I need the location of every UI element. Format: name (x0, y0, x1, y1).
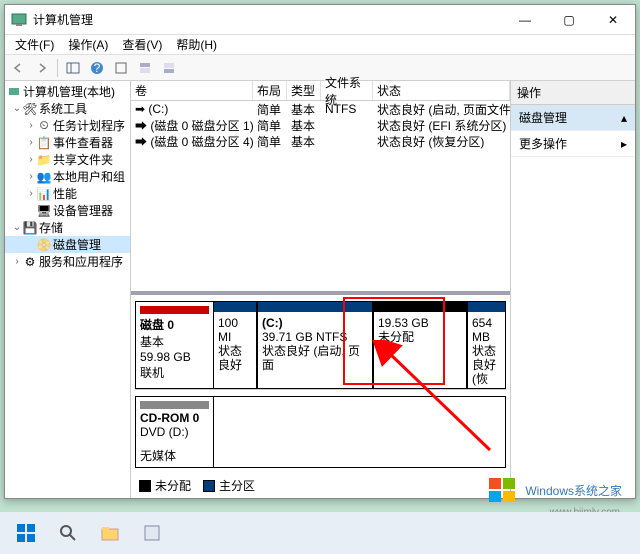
view-bottom-button[interactable] (158, 57, 180, 79)
menu-help[interactable]: 帮助(H) (170, 34, 223, 55)
watermark: Windows系统之家 (487, 474, 622, 506)
tree-device-manager[interactable]: 🖥设备管理器 (5, 202, 130, 219)
help-button[interactable]: ? (86, 57, 108, 79)
disk-icon: 📀 (37, 238, 51, 252)
cdrom-row[interactable]: CD-ROM 0 DVD (D:) 无媒体 (135, 396, 506, 468)
device-icon: 🖥 (37, 204, 51, 218)
main-body: 计算机管理(本地) ⌄ 🛠 系统工具 ›⏲任务计划程序 ›📋事件查看器 ›📁共享… (5, 81, 635, 498)
partition-efi[interactable]: 100 MI状态良好 (213, 301, 257, 389)
col-filesystem[interactable]: 文件系统 (321, 81, 373, 100)
tree-storage[interactable]: ⌄ 💾 存储 (5, 219, 130, 236)
chevron-right-icon: ▸ (621, 137, 627, 151)
volume-list[interactable]: ➡ (C:) 简单 基本 NTFS 状态良好 (启动, 页面文件, 故障转储, … (131, 101, 510, 291)
maximize-button[interactable]: ▢ (547, 5, 591, 35)
toolbar: ? (5, 55, 635, 81)
navigation-tree[interactable]: 计算机管理(本地) ⌄ 🛠 系统工具 ›⏲任务计划程序 ›📋事件查看器 ›📁共享… (5, 81, 131, 498)
actions-header: 操作 (511, 81, 635, 105)
partition-unallocated[interactable]: 19.53 GB未分配 (373, 301, 467, 389)
partition-c[interactable]: (C:)39.71 GB NTFS状态良好 (启动, 页面 (257, 301, 373, 389)
dropdown-icon: ▴ (621, 111, 627, 125)
disk-graphical-view[interactable]: 磁盘 0 基本 59.98 GB 联机 100 MI状态良好 (C:)39.71… (131, 291, 510, 498)
volume-list-header: 卷 布局 类型 文件系统 状态 (131, 81, 510, 101)
tree-shared-folders[interactable]: ›📁共享文件夹 (5, 151, 130, 168)
partition-recovery[interactable]: 654 MB状态良好 (恢 (467, 301, 506, 389)
tree-performance[interactable]: ›📊性能 (5, 185, 130, 202)
col-status[interactable]: 状态 (373, 81, 510, 100)
tree-services[interactable]: › ⚙ 服务和应用程序 (5, 253, 130, 270)
menu-file[interactable]: 文件(F) (9, 34, 60, 55)
view-top-button[interactable] (134, 57, 156, 79)
back-button[interactable] (7, 57, 29, 79)
legend-unalloc-swatch (139, 480, 151, 492)
volume-row[interactable]: ➡ (磁盘 0 磁盘分区 4) 简单 基本 状态良好 (恢复分区) (131, 133, 510, 149)
app-icon (11, 12, 27, 28)
col-volume[interactable]: 卷 (131, 81, 253, 100)
search-button[interactable] (48, 516, 88, 550)
windows-logo-icon (487, 474, 519, 506)
services-icon: ⚙ (23, 255, 37, 269)
legend-primary-swatch (203, 480, 215, 492)
actions-more[interactable]: 更多操作▸ (511, 131, 635, 157)
disk-0-label[interactable]: 磁盘 0 基本 59.98 GB 联机 (135, 301, 213, 389)
col-layout[interactable]: 布局 (253, 81, 287, 100)
wrench-icon: 🛠 (23, 102, 37, 116)
refresh-button[interactable] (110, 57, 132, 79)
svg-text:?: ? (94, 61, 101, 75)
window-title: 计算机管理 (33, 11, 503, 28)
tree-task-scheduler[interactable]: ›⏲任务计划程序 (5, 117, 130, 134)
collapse-icon[interactable]: ⌄ (11, 222, 23, 233)
taskbar[interactable] (0, 512, 640, 554)
actions-disk-management[interactable]: 磁盘管理▴ (511, 105, 635, 131)
expand-icon[interactable]: › (25, 137, 37, 148)
tree-local-users[interactable]: ›👥本地用户和组 (5, 168, 130, 185)
minimize-button[interactable]: — (503, 5, 547, 35)
start-button[interactable] (6, 516, 46, 550)
expand-icon[interactable]: › (11, 256, 23, 267)
clock-icon: ⏲ (37, 119, 51, 133)
settings-button[interactable] (132, 516, 172, 550)
collapse-icon[interactable]: ⌄ (11, 103, 23, 114)
event-icon: 📋 (37, 136, 51, 150)
titlebar[interactable]: 计算机管理 — ▢ ✕ (5, 5, 635, 35)
expand-icon[interactable]: › (25, 120, 37, 131)
disk-0-row[interactable]: 磁盘 0 基本 59.98 GB 联机 100 MI状态良好 (C:)39.71… (135, 301, 506, 390)
volume-row[interactable]: ➡ (C:) 简单 基本 NTFS 状态良好 (启动, 页面文件, 故障转储, … (131, 101, 510, 117)
show-hide-tree-button[interactable] (62, 57, 84, 79)
perf-icon: 📊 (37, 187, 51, 201)
expand-icon[interactable]: › (25, 171, 37, 182)
expand-icon[interactable]: › (25, 188, 37, 199)
tree-root[interactable]: 计算机管理(本地) (5, 83, 130, 100)
explorer-button[interactable] (90, 516, 130, 550)
expand-icon[interactable]: › (25, 154, 37, 165)
storage-icon: 💾 (23, 221, 37, 235)
folder-icon: 📁 (37, 153, 51, 167)
computer-icon (7, 85, 21, 99)
cdrom-label[interactable]: CD-ROM 0 DVD (D:) 无媒体 (135, 396, 213, 468)
computer-management-window: 计算机管理 — ▢ ✕ 文件(F) 操作(A) 查看(V) 帮助(H) ? 计算… (4, 4, 636, 499)
tree-disk-management[interactable]: 📀磁盘管理 (5, 236, 130, 253)
legend: 未分配 主分区 (139, 477, 255, 494)
actions-panel: 操作 磁盘管理▴ 更多操作▸ (511, 81, 635, 498)
tree-system-tools[interactable]: ⌄ 🛠 系统工具 (5, 100, 130, 117)
menu-view[interactable]: 查看(V) (116, 34, 168, 55)
tree-event-viewer[interactable]: ›📋事件查看器 (5, 134, 130, 151)
volume-row[interactable]: ➡ (磁盘 0 磁盘分区 1) 简单 基本 状态良好 (EFI 系统分区) (131, 117, 510, 133)
close-button[interactable]: ✕ (591, 5, 635, 35)
center-panel: 卷 布局 类型 文件系统 状态 ➡ (C:) 简单 基本 NTFS 状态良好 (… (131, 81, 511, 498)
menu-action[interactable]: 操作(A) (62, 34, 114, 55)
col-type[interactable]: 类型 (287, 81, 321, 100)
forward-button[interactable] (31, 57, 53, 79)
menubar: 文件(F) 操作(A) 查看(V) 帮助(H) (5, 35, 635, 55)
users-icon: 👥 (37, 170, 51, 184)
